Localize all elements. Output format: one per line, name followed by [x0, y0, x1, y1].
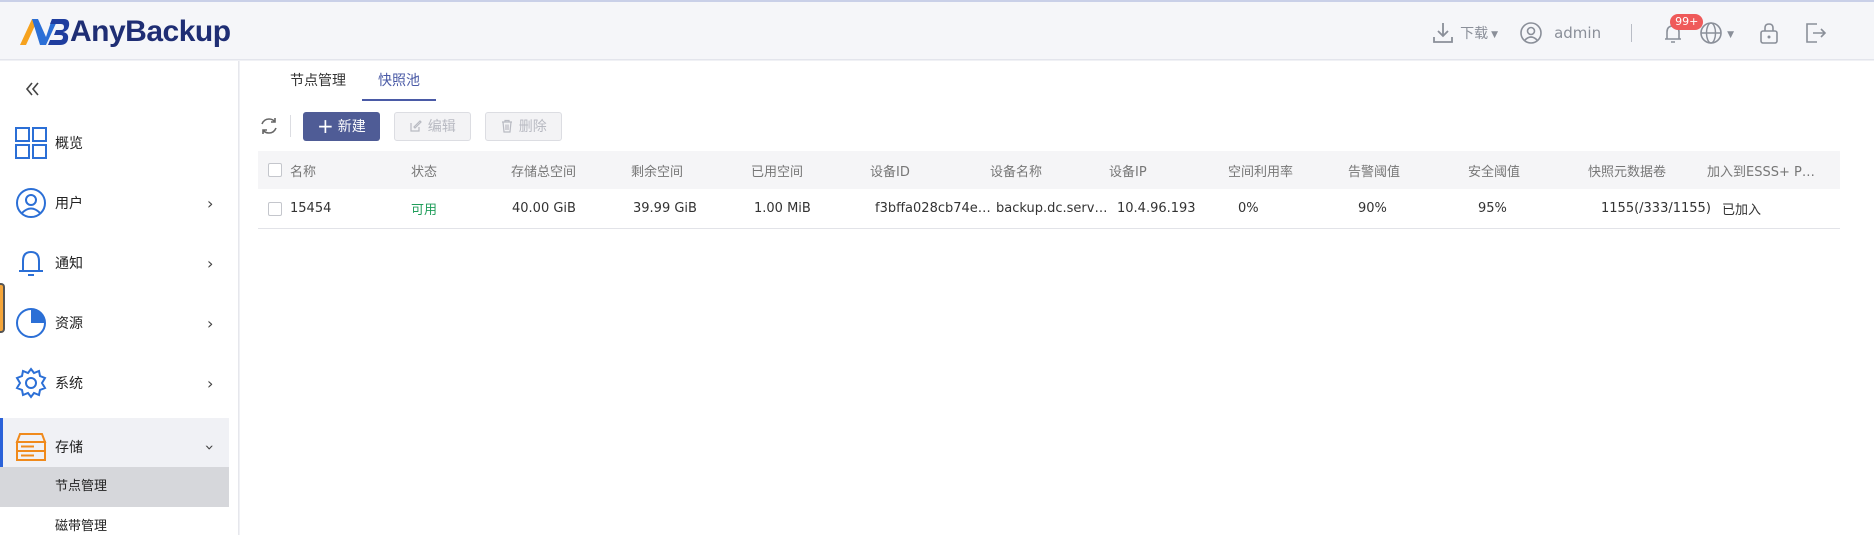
cell-free-space: 39.99 GiB — [633, 201, 697, 216]
cell-total-space: 40.00 GiB — [512, 201, 576, 216]
download-label: 下载 — [1460, 26, 1489, 42]
trash-icon — [501, 119, 512, 133]
chevron-right-icon: › — [207, 313, 214, 333]
sidebar-item-label: 用户 — [55, 196, 83, 212]
download-icon — [1433, 23, 1454, 43]
sidebar-item-users[interactable]: 用户 › — [0, 174, 229, 232]
user-menu[interactable]: admin — [1518, 20, 1601, 46]
caret-down-icon: ▼ — [1727, 30, 1734, 40]
column-header-used-space[interactable]: 已用空间 — [751, 161, 803, 180]
main-content: 节点管理 快照池 + 新建 编辑 删除 名称 状态 存储总空间 剩余空间 已用空… — [240, 61, 1874, 535]
notification-badge: 99+ — [1670, 14, 1704, 30]
sidebar-item-label: 存储 — [55, 440, 83, 456]
column-header-metadata-volume[interactable]: 快照元数据卷 — [1588, 161, 1666, 180]
edit-button[interactable]: 编辑 — [393, 111, 471, 141]
cell-joined-esss: 已加入 — [1722, 203, 1762, 218]
notifications-button[interactable]: 99+ — [1660, 14, 1704, 46]
side-tab-marker[interactable] — [0, 283, 5, 333]
bell-icon — [19, 250, 43, 276]
sidebar-item-resources[interactable]: 资源 › — [0, 294, 229, 352]
sidebar-item-system[interactable]: 系统 › — [0, 354, 229, 412]
tab-node-management[interactable]: 节点管理 — [274, 71, 362, 101]
chevron-down-icon: › — [200, 443, 220, 451]
storage-icon — [15, 433, 47, 461]
refresh-icon[interactable] — [258, 115, 280, 137]
double-chevron-left-icon — [25, 82, 39, 96]
chevron-right-icon: › — [207, 193, 214, 213]
toolbar: + 新建 编辑 删除 — [258, 111, 576, 141]
table-row[interactable]: 15454 可用 40.00 GiB 39.99 GiB 1.00 MiB f3… — [258, 189, 1840, 229]
sidebar-item-label: 系统 — [55, 376, 83, 392]
sidebar-subitem-node-management[interactable]: 节点管理 — [0, 467, 229, 507]
new-button[interactable]: + 新建 — [303, 111, 380, 141]
chevron-right-icon: › — [207, 373, 214, 393]
toolbar-divider — [290, 115, 291, 137]
anybackup-logo-icon — [20, 19, 70, 45]
plus-icon: + — [317, 114, 334, 138]
cell-used-space: 1.00 MiB — [754, 201, 811, 216]
column-header-joined-esss[interactable]: 加入到ESSS+ P… — [1707, 161, 1815, 180]
cell-utilization: 0% — [1238, 201, 1259, 216]
lock-icon — [1760, 23, 1778, 44]
sidebar: 概览 用户 › 通知 › 资源 › 系统 › 存储 › 节点管理 磁带管理 — [0, 61, 239, 535]
row-checkbox[interactable] — [268, 202, 282, 216]
pie-chart-icon — [16, 308, 46, 338]
cell-alert-threshold: 90% — [1358, 201, 1387, 216]
header-divider — [1631, 24, 1633, 42]
download-menu[interactable]: 下载 ▼ — [1430, 20, 1498, 46]
column-header-total-space[interactable]: 存储总空间 — [511, 161, 576, 180]
snapshot-pool-table: 名称 状态 存储总空间 剩余空间 已用空间 设备ID 设备名称 设备IP 空间利… — [258, 151, 1840, 229]
column-header-status[interactable]: 状态 — [411, 161, 437, 180]
caret-down-icon: ▼ — [1491, 30, 1499, 40]
cell-name: 15454 — [290, 201, 332, 216]
column-header-free-space[interactable]: 剩余空间 — [631, 161, 683, 180]
user-circle-icon — [1520, 22, 1542, 44]
chevron-right-icon: › — [207, 253, 214, 273]
lock-button[interactable] — [1756, 20, 1782, 46]
cell-metadata-volume: 1155(/333/1155) — [1601, 201, 1711, 216]
sidebar-item-label: 概览 — [55, 136, 83, 152]
top-header: AnyBackup 下载 ▼ admin 99+ ▼ — [0, 0, 1874, 60]
cell-device-name: backup.dc.serv… — [996, 201, 1108, 216]
username: admin — [1554, 24, 1602, 42]
gear-icon — [15, 367, 47, 399]
select-all-checkbox[interactable] — [268, 163, 282, 177]
logout-icon — [1806, 23, 1827, 43]
overview-grid-icon — [15, 127, 47, 159]
cell-device-ip: 10.4.96.193 — [1117, 201, 1196, 216]
column-header-safe-threshold[interactable]: 安全阈值 — [1468, 161, 1520, 180]
table-header: 名称 状态 存储总空间 剩余空间 已用空间 设备ID 设备名称 设备IP 空间利… — [258, 151, 1840, 189]
column-header-utilization[interactable]: 空间利用率 — [1228, 161, 1293, 180]
sidebar-item-label: 通知 — [55, 256, 83, 272]
sidebar-item-label: 资源 — [55, 316, 83, 332]
sidebar-item-notifications[interactable]: 通知 › — [0, 234, 229, 292]
cell-status: 可用 — [411, 203, 438, 218]
column-header-device-id[interactable]: 设备ID — [870, 161, 910, 180]
user-icon — [16, 188, 46, 218]
logout-button[interactable] — [1802, 20, 1828, 46]
app-logo[interactable]: AnyBackup — [18, 14, 231, 50]
delete-button-label: 删除 — [518, 119, 547, 135]
column-header-device-name[interactable]: 设备名称 — [990, 161, 1042, 180]
tab-snapshot-pool[interactable]: 快照池 — [362, 71, 436, 101]
delete-button[interactable]: 删除 — [484, 111, 562, 141]
collapse-sidebar-button[interactable] — [20, 77, 44, 101]
column-header-name[interactable]: 名称 — [290, 161, 316, 180]
cell-device-id: f3bffa028cb74e… — [875, 201, 990, 216]
tab-bar: 节点管理 快照池 — [274, 71, 436, 101]
app-name: AnyBackup — [70, 15, 231, 48]
header-actions: 下载 ▼ admin 99+ ▼ — [1430, 14, 1828, 50]
column-header-device-ip[interactable]: 设备IP — [1109, 161, 1147, 180]
edit-button-label: 编辑 — [427, 119, 456, 135]
language-menu[interactable]: ▼ — [1698, 20, 1734, 46]
new-button-label: 新建 — [337, 119, 366, 135]
sidebar-subitem-tape-management[interactable]: 磁带管理 — [0, 507, 229, 535]
edit-icon — [410, 120, 422, 132]
cell-safe-threshold: 95% — [1478, 201, 1507, 216]
sidebar-item-overview[interactable]: 概览 — [0, 114, 229, 172]
column-header-alert-threshold[interactable]: 告警阈值 — [1348, 161, 1400, 180]
